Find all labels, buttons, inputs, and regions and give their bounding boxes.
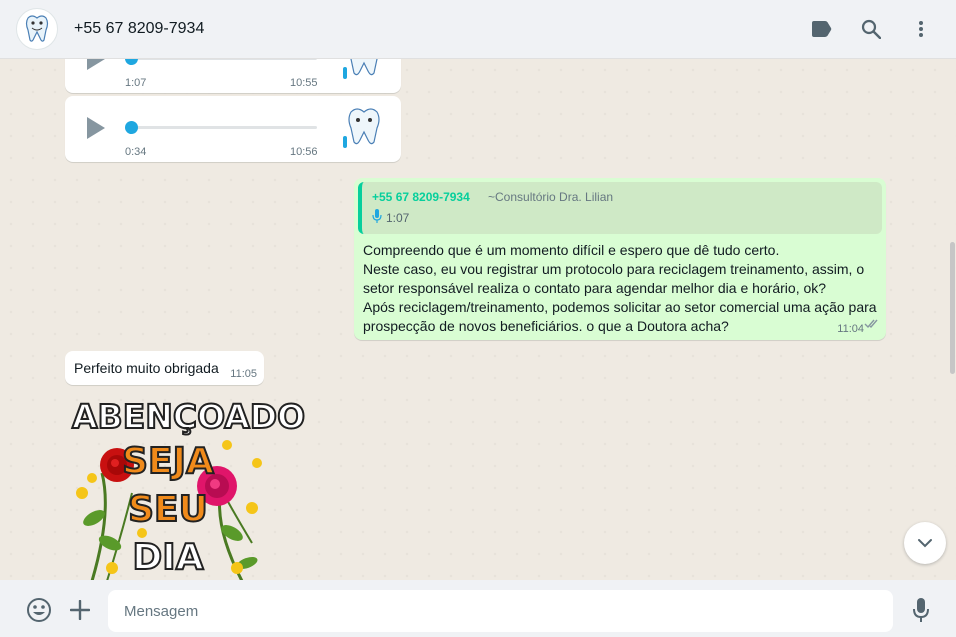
contact-avatar[interactable] xyxy=(16,8,58,50)
search-icon[interactable] xyxy=(858,16,884,42)
label-icon[interactable] xyxy=(808,16,834,42)
message-time: 11:04 xyxy=(837,323,864,335)
audio-knob[interactable] xyxy=(125,59,138,65)
sender-avatar xyxy=(337,104,391,156)
message-time: 10:55 xyxy=(290,77,318,89)
sticker-text: ABENÇOADO xyxy=(71,396,306,437)
incoming-message: Perfeito muito obrigada 11:05 xyxy=(65,351,264,385)
sticker-text: DIA xyxy=(131,536,204,579)
chat-header: +55 67 8209-7934 xyxy=(0,0,956,59)
double-check-icon xyxy=(864,316,880,334)
audio-duration: 1:07 xyxy=(125,77,147,89)
play-icon[interactable] xyxy=(87,59,105,70)
scroll-down-button[interactable] xyxy=(904,522,946,564)
sticker-text: SEJA xyxy=(121,440,215,483)
audio-message: 0:34 10:56 xyxy=(65,96,401,162)
message-time: 11:05 xyxy=(230,368,257,380)
sticker-message[interactable]: ABENÇOADO SEJA SEU DIA xyxy=(71,393,306,580)
quoted-pushname: ~Consultório Dra. Lilian xyxy=(488,190,614,204)
chat-area: 1:07 10:55 0:34 10:56 +55 67 8209-7934 ~… xyxy=(0,59,956,580)
plus-icon[interactable] xyxy=(67,597,93,623)
message-input[interactable] xyxy=(108,590,893,632)
quoted-sender: +55 67 8209-7934 xyxy=(372,190,470,204)
mic-icon xyxy=(343,136,347,148)
emoji-icon[interactable] xyxy=(26,597,52,623)
menu-icon[interactable] xyxy=(908,16,934,42)
mic-icon xyxy=(343,67,347,79)
audio-duration: 0:34 xyxy=(125,146,147,158)
sticker-text: SEU xyxy=(127,488,209,531)
message-text: Compreendo que é um momento difícil e es… xyxy=(363,242,877,334)
message-text: Perfeito muito obrigada xyxy=(74,360,219,376)
compose-bar xyxy=(0,580,956,637)
chat-scrollbar[interactable] xyxy=(950,242,955,374)
audio-message: 1:07 10:55 xyxy=(65,59,401,93)
chevron-down-icon xyxy=(918,539,932,548)
tooth-logo-icon xyxy=(25,15,49,42)
outgoing-message: +55 67 8209-7934 ~Consultório Dra. Lilia… xyxy=(354,178,886,340)
audio-knob[interactable] xyxy=(125,121,138,134)
play-icon[interactable] xyxy=(87,117,105,139)
audio-track[interactable] xyxy=(125,59,317,60)
audio-track[interactable] xyxy=(125,126,317,129)
quoted-duration: 1:07 xyxy=(386,211,410,225)
contact-name[interactable]: +55 67 8209-7934 xyxy=(74,20,204,38)
quoted-message[interactable]: +55 67 8209-7934 ~Consultório Dra. Lilia… xyxy=(358,182,882,234)
mic-icon xyxy=(372,209,382,228)
sender-avatar xyxy=(337,59,391,87)
message-time: 10:56 xyxy=(290,146,318,158)
mic-icon[interactable] xyxy=(908,597,934,623)
